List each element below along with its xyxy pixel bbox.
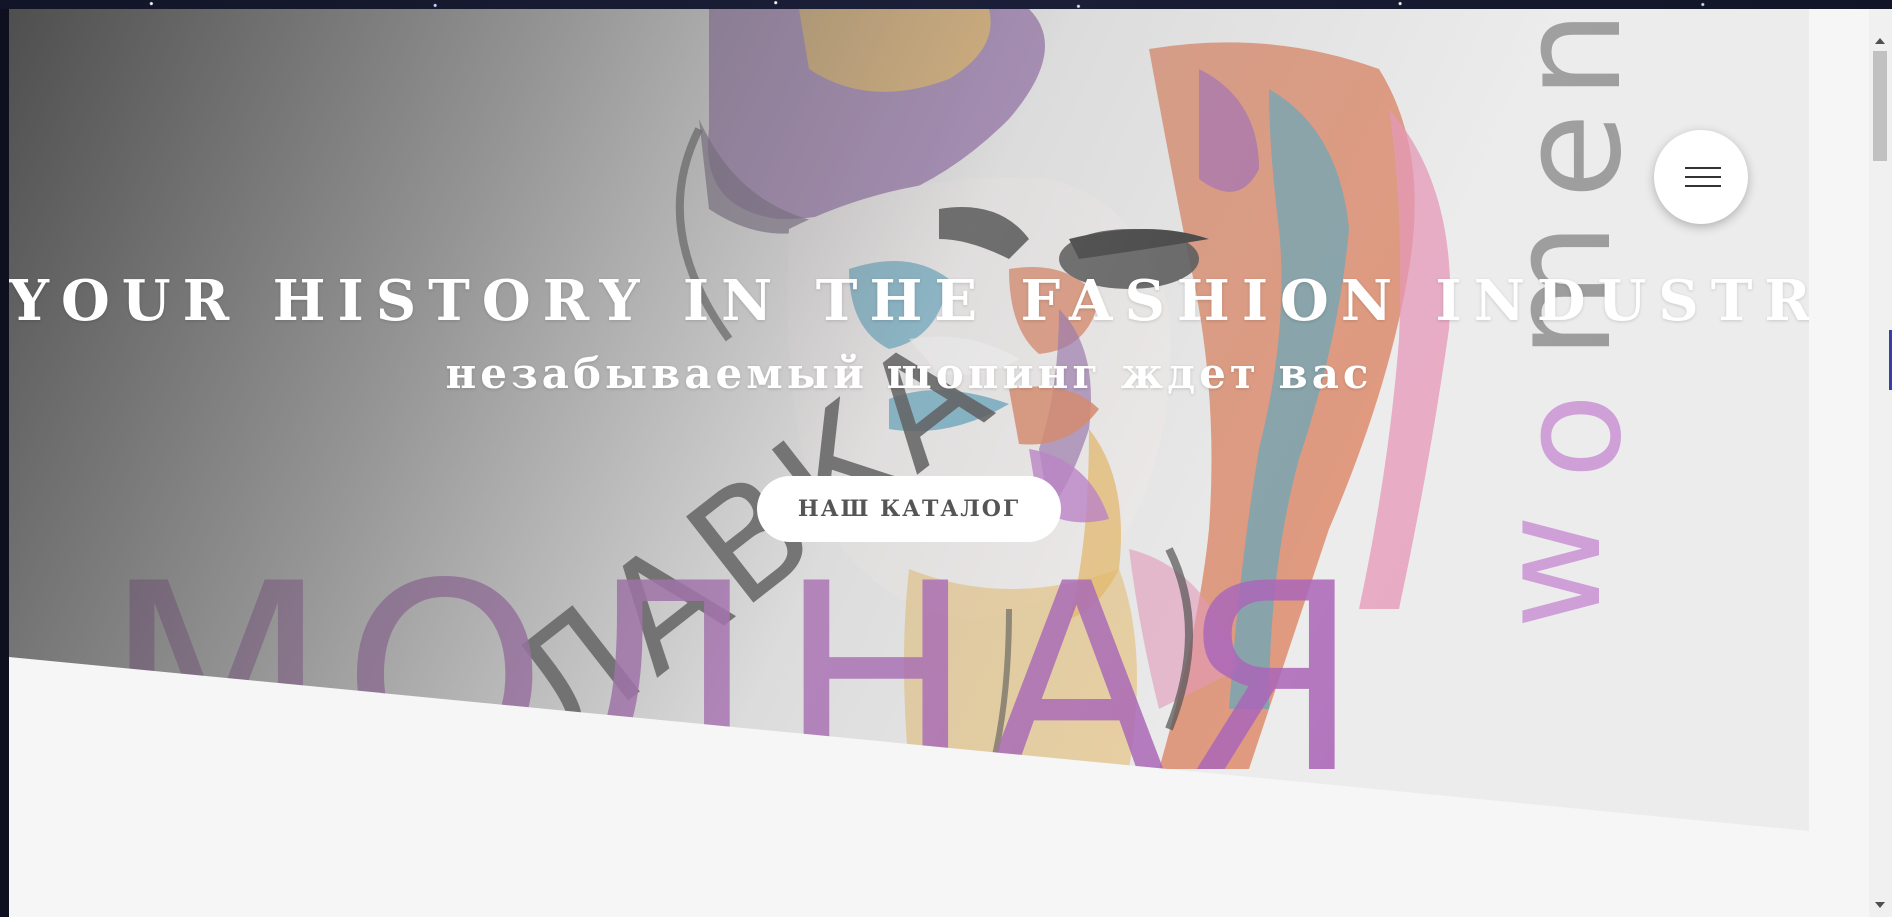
page-viewport: w o m e n ЛАВКА МОДНАЯ YOUR HISTORY IN T… [9, 9, 1869, 917]
hero-section: w o m e n ЛАВКА МОДНАЯ YOUR HISTORY IN T… [9, 9, 1809, 917]
scroll-up-arrow-icon[interactable] [1875, 38, 1885, 44]
menu-button[interactable] [1654, 130, 1748, 224]
hero-subtitle: незабываемый шопинг ждет вас [445, 349, 1373, 398]
scroll-down-arrow-icon[interactable] [1875, 902, 1885, 908]
top-strip [0, 0, 1892, 9]
vertical-scrollbar[interactable] [1869, 9, 1892, 917]
hero-title: YOUR HISTORY IN THE FASHION INDUSTRY [9, 268, 1809, 334]
catalog-button[interactable]: НАШ КАТАЛОГ [757, 476, 1061, 542]
hamburger-menu-icon [1685, 167, 1721, 169]
hamburger-menu-icon-bar [1685, 176, 1721, 178]
hero-slant-divider [9, 657, 1809, 917]
scroll-thumb[interactable] [1873, 51, 1887, 161]
browser-frame: w o m e n ЛАВКА МОДНАЯ YOUR HISTORY IN T… [0, 0, 1892, 917]
hamburger-menu-icon-bar [1685, 185, 1721, 187]
